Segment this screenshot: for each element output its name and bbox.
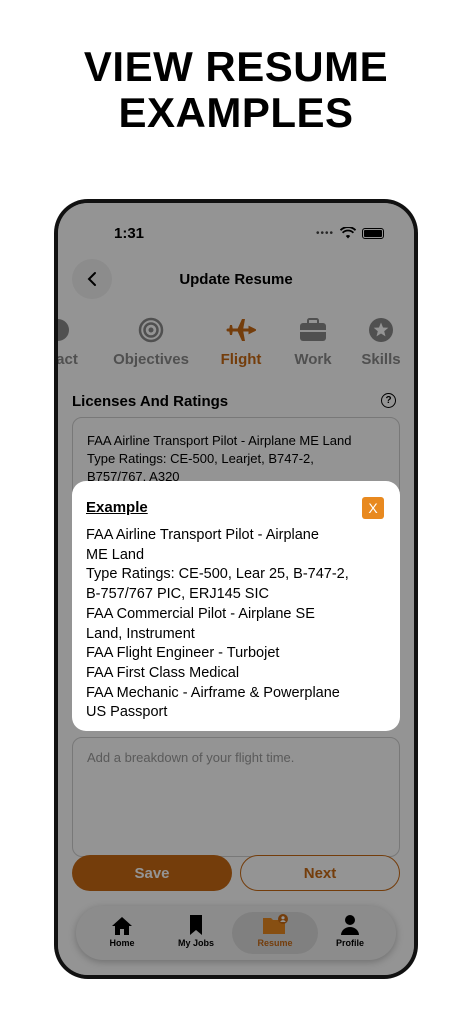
example-line: US Passport (86, 704, 168, 721)
example-line: FAA First Class Medical (86, 664, 240, 681)
promo-headline-line-2: EXAMPLES (118, 89, 354, 136)
phone-frame: 1:31 •••• Update Resume act Objectives F… (54, 199, 418, 979)
close-button[interactable]: X (362, 497, 384, 519)
example-line: B-757/767 PIC, ERJ145 SIC (86, 586, 269, 603)
modal-body: FAA Airline Transport Pilot - Airplane M… (86, 526, 386, 723)
app-screen: 1:31 •••• Update Resume act Objectives F… (58, 203, 414, 975)
example-line: Land, Instrument (86, 625, 195, 642)
example-line: FAA Commercial Pilot - Airplane SE (86, 605, 315, 622)
modal-title: Example (86, 499, 148, 516)
example-line: FAA Mechanic - Airframe & Powerplane (86, 684, 340, 701)
example-modal: Example X FAA Airline Transport Pilot - … (72, 481, 400, 731)
example-line: FAA Flight Engineer - Turbojet (86, 645, 280, 662)
promo-headline: VIEW RESUME EXAMPLES (0, 44, 472, 136)
example-line: FAA Airline Transport Pilot - Airplane (86, 527, 319, 543)
example-line: Type Ratings: CE-500, Lear 25, B-747-2, (86, 566, 349, 583)
promo-headline-line-1: VIEW RESUME (83, 43, 389, 90)
example-line: ME Land (86, 546, 145, 563)
